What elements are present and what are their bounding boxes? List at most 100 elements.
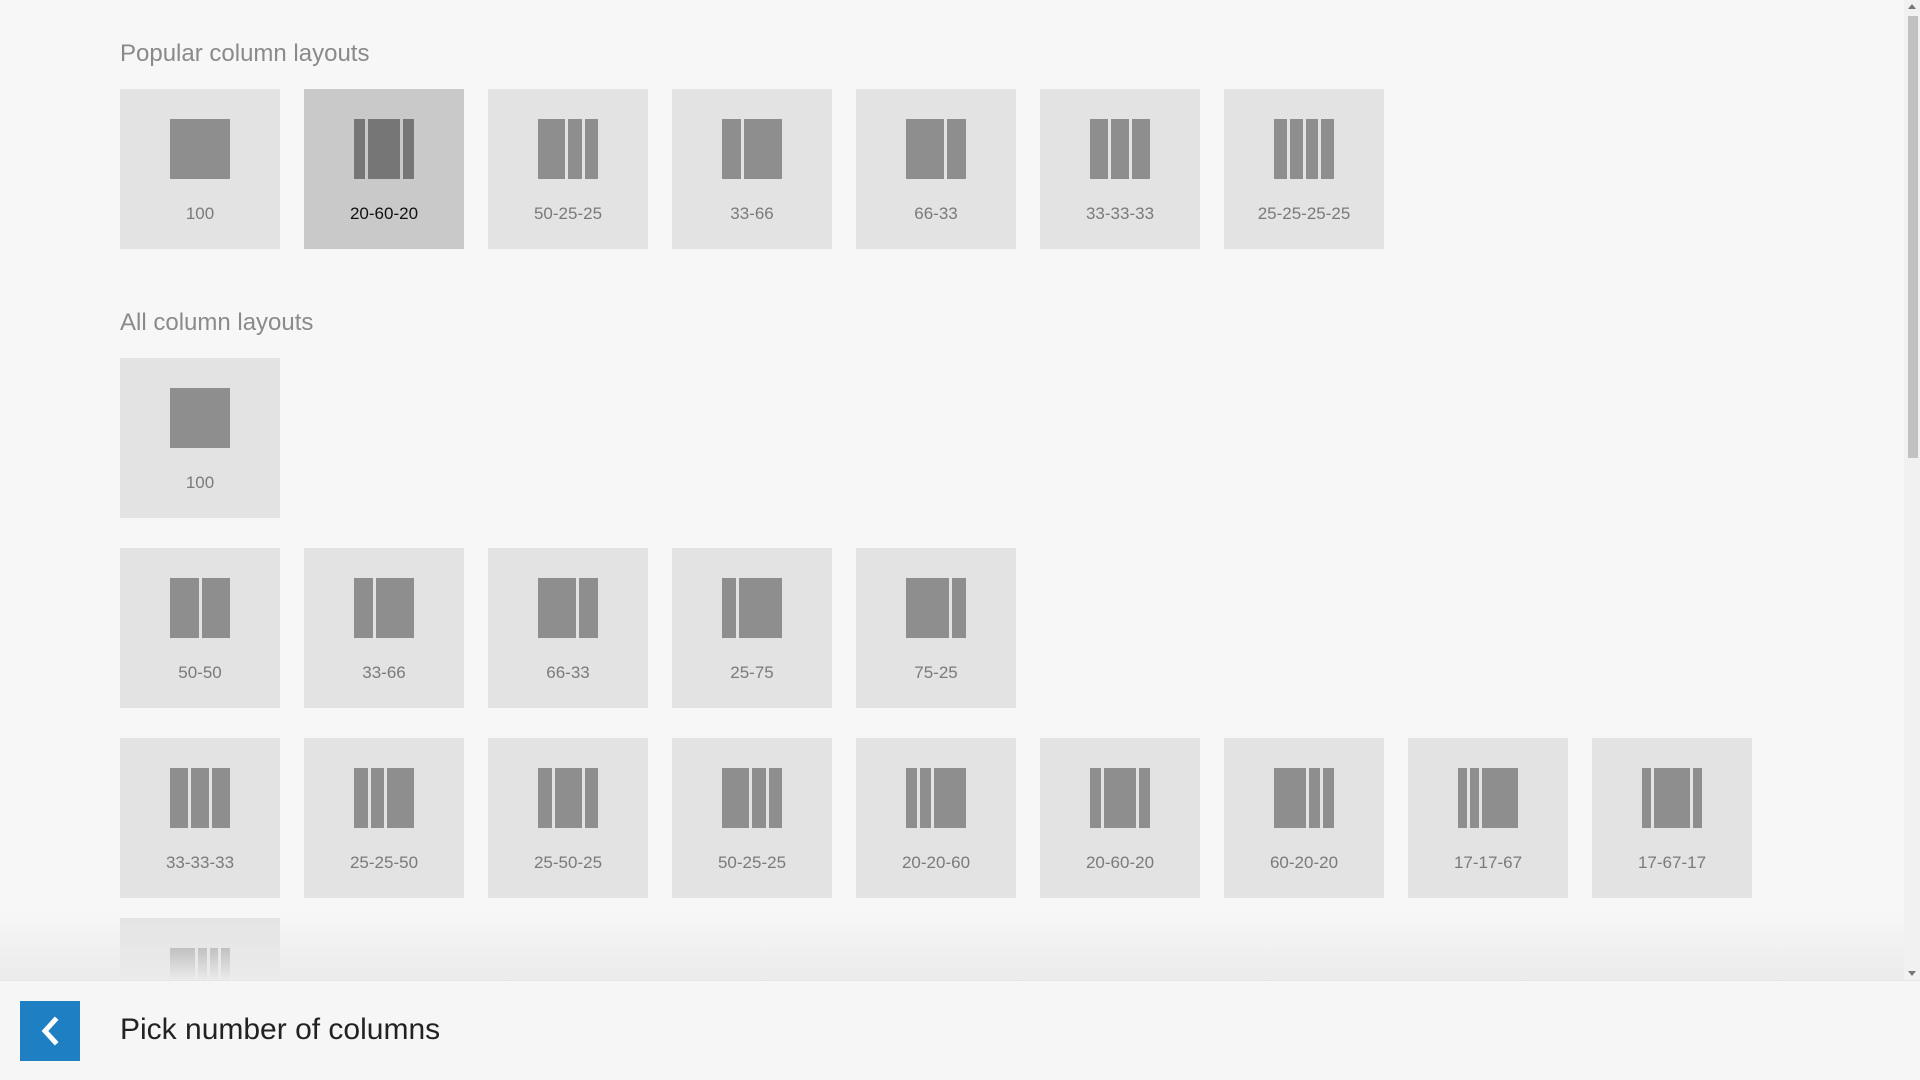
column-block <box>1111 119 1129 179</box>
column-block <box>1470 768 1480 828</box>
layout-picker-scroll-area[interactable]: Popular column layouts 100 20-60-20 50-25-… <box>0 0 1904 980</box>
layout-tile-label: 25-50-25 <box>533 853 603 872</box>
popular-layouts-heading: Popular column layouts <box>120 40 370 67</box>
layout-tile-label: 75-25 <box>914 663 958 682</box>
layout-tile-label: 20-60-20 <box>1085 853 1155 872</box>
column-block <box>201 578 230 638</box>
layout-tile[interactable]: 50-25-25 <box>488 89 648 249</box>
column-layout-icon <box>1642 768 1702 828</box>
layout-tile[interactable]: 100 <box>120 358 280 518</box>
column-block <box>191 768 209 828</box>
column-layout-icon <box>1090 119 1150 179</box>
column-block <box>1642 768 1652 828</box>
layout-tile[interactable]: 25-25-25-25 <box>1224 89 1384 249</box>
column-block <box>1139 768 1150 828</box>
column-layout-icon <box>722 119 782 179</box>
column-block <box>722 578 737 638</box>
column-block <box>906 768 917 828</box>
column-block <box>906 578 949 638</box>
layout-tile-label: 66-33 <box>914 204 958 223</box>
column-block <box>744 119 782 179</box>
column-block <box>1321 119 1334 179</box>
column-block <box>170 578 199 638</box>
column-layout-icon <box>538 119 598 179</box>
layout-tile[interactable]: 33-66 <box>304 548 464 708</box>
layout-tile[interactable]: 17-67-17 <box>1592 738 1752 898</box>
layout-tile[interactable]: 25-50-25 <box>488 738 648 898</box>
column-block <box>1305 119 1319 179</box>
layout-tile[interactable]: 20-20-60 <box>856 738 1016 898</box>
column-layout-icon <box>538 578 598 638</box>
column-block <box>568 119 582 179</box>
layout-tile[interactable]: 33-33-33 <box>1040 89 1200 249</box>
layout-tile-label: 33-66 <box>362 663 406 682</box>
column-block <box>221 948 230 980</box>
layout-tile[interactable]: 60-20-20 <box>1224 738 1384 898</box>
layout-tile-label: 33-66 <box>730 204 774 223</box>
column-block <box>1692 768 1702 828</box>
layout-tile[interactable]: 33-66 <box>672 89 832 249</box>
scrollbar-thumb[interactable] <box>1908 16 1918 458</box>
column-layout-icon <box>538 768 598 828</box>
layout-tile[interactable]: 20-60-20 <box>304 89 464 249</box>
footer-bar: Pick number of columns <box>0 980 1920 1080</box>
column-block <box>1090 119 1108 179</box>
scroll-fade-overlay <box>0 910 1904 980</box>
layout-tile-label: 100 <box>185 204 215 223</box>
column-layout-icon <box>1090 768 1150 828</box>
column-block <box>947 119 966 179</box>
layout-tile[interactable]: 100 <box>120 89 280 249</box>
layout-tile[interactable]: 50-50 <box>120 548 280 708</box>
column-layout-icon <box>1458 768 1518 828</box>
column-block <box>367 119 401 179</box>
popular-layouts-row: 100 20-60-20 50-25-25 33-66 66-33 33-33-33 25-… <box>120 89 1384 249</box>
column-block <box>919 768 931 828</box>
scroll-up-arrow-icon[interactable] <box>1908 4 1916 9</box>
column-block <box>170 948 196 980</box>
layout-tile[interactable] <box>120 918 280 980</box>
column-layout-icon <box>170 948 230 980</box>
layout-tile-label: 20-20-60 <box>901 853 971 872</box>
column-block <box>722 119 741 179</box>
layout-tile[interactable]: 25-75 <box>672 548 832 708</box>
column-layout-icon <box>1274 768 1334 828</box>
column-layout-icon <box>722 578 782 638</box>
layout-tile[interactable]: 66-33 <box>488 548 648 708</box>
column-block <box>584 768 598 828</box>
layout-tile-label: 50-25-25 <box>533 204 603 223</box>
column-block <box>538 768 552 828</box>
column-block <box>1309 768 1321 828</box>
layout-tile-label: 25-75 <box>730 663 774 682</box>
column-block <box>1090 768 1101 828</box>
column-block <box>170 768 188 828</box>
column-block <box>170 119 230 179</box>
all-layouts-heading: All column layouts <box>120 309 314 336</box>
column-block <box>1132 119 1150 179</box>
column-block <box>579 578 598 638</box>
layout-tile[interactable]: 17-17-67 <box>1408 738 1568 898</box>
column-block <box>1482 768 1518 828</box>
layout-tile-label: 25-25-50 <box>349 853 419 872</box>
column-block <box>538 578 576 638</box>
column-block <box>1458 768 1468 828</box>
column-block <box>752 768 766 828</box>
back-button[interactable] <box>20 1001 80 1061</box>
column-layout-icon <box>1274 119 1334 179</box>
layout-tile[interactable]: 33-33-33 <box>120 738 280 898</box>
layout-tile-label: 33-33-33 <box>165 853 235 872</box>
column-layout-icon <box>170 578 230 638</box>
column-block <box>933 768 966 828</box>
column-block <box>739 578 782 638</box>
layout-tile[interactable]: 25-25-50 <box>304 738 464 898</box>
layout-tile[interactable]: 20-60-20 <box>1040 738 1200 898</box>
layout-tile[interactable]: 50-25-25 <box>672 738 832 898</box>
column-block <box>951 578 966 638</box>
scroll-down-arrow-icon[interactable] <box>1908 971 1916 976</box>
layout-tile[interactable]: 75-25 <box>856 548 1016 708</box>
column-block <box>538 119 565 179</box>
column-layout-icon <box>722 768 782 828</box>
layout-tile-label: 25-25-25-25 <box>1257 204 1351 223</box>
layout-tile[interactable]: 66-33 <box>856 89 1016 249</box>
vertical-scrollbar[interactable] <box>1904 0 1920 980</box>
column-block <box>1274 119 1287 179</box>
